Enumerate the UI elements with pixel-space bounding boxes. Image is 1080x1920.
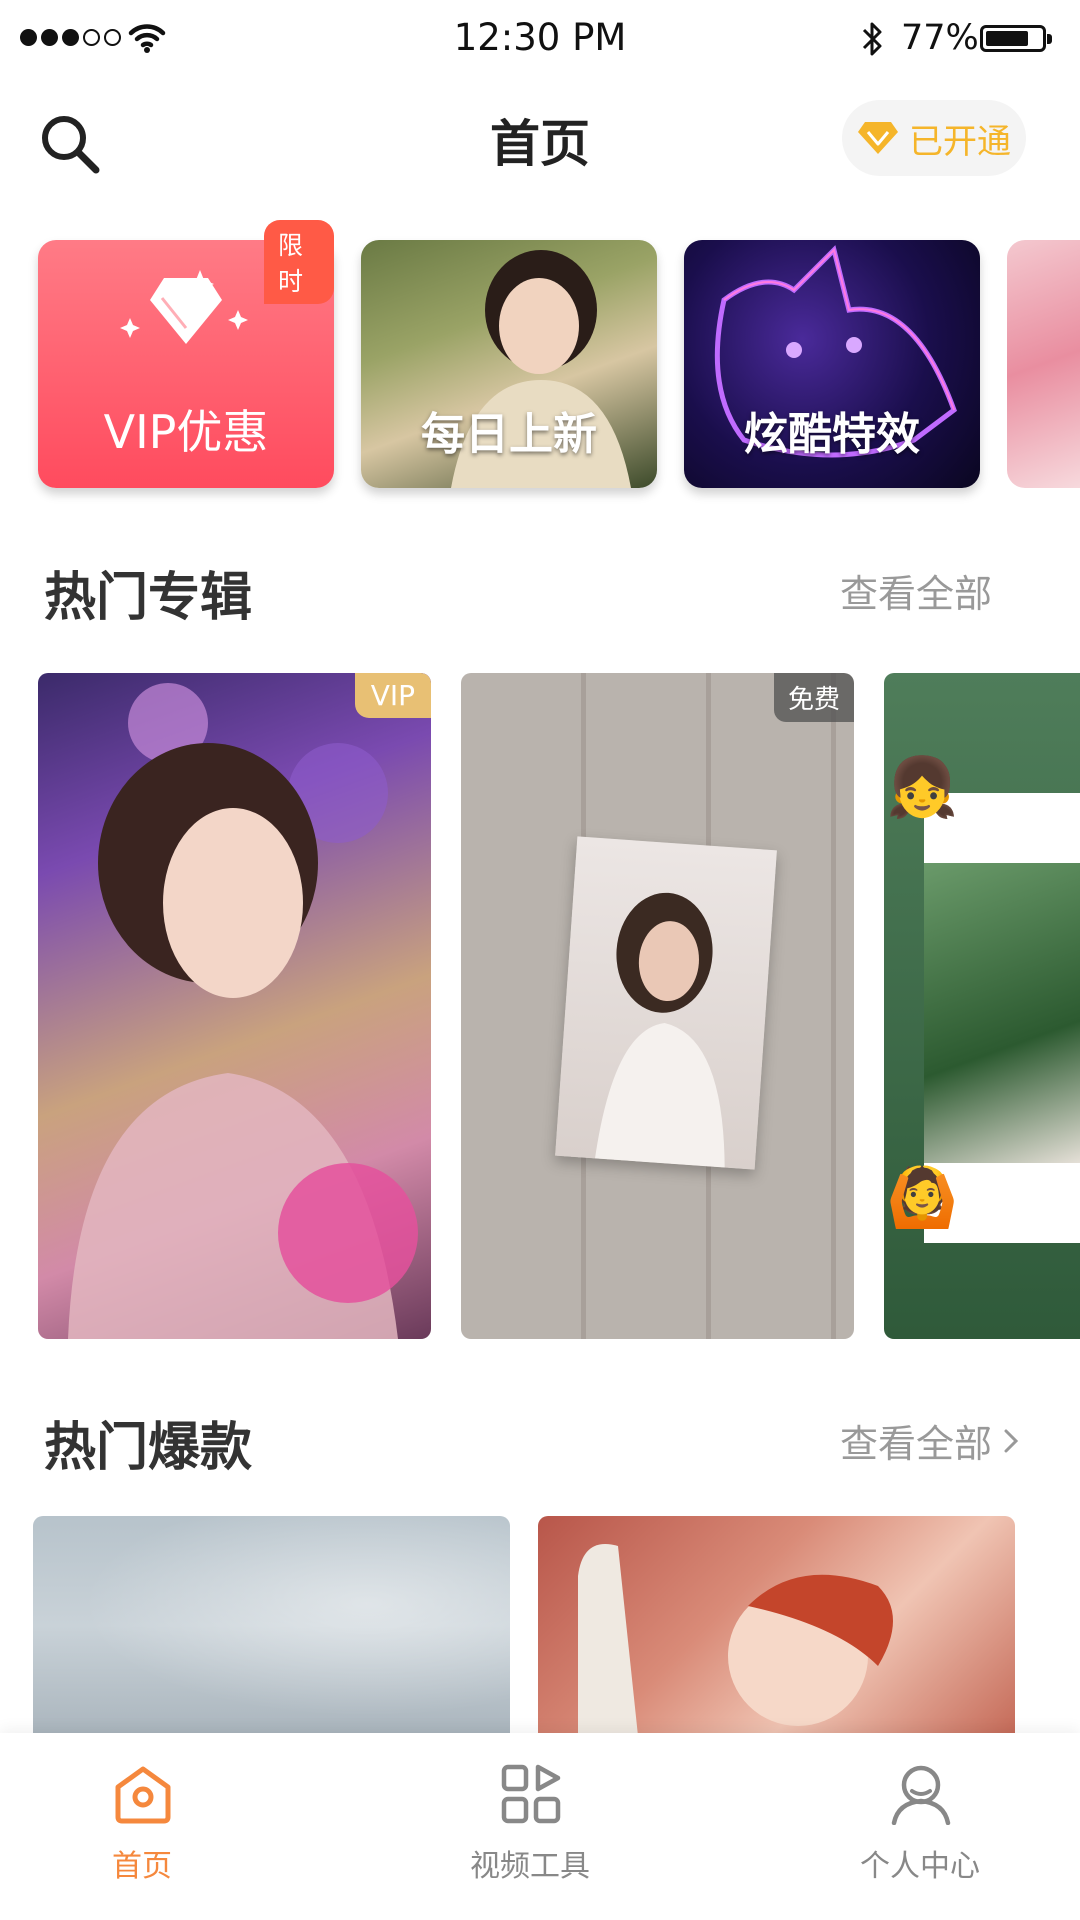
tab-home[interactable]: 首页 — [12, 1733, 272, 1920]
battery-icon — [980, 25, 1052, 52]
vip-status-button[interactable]: 已开通 — [842, 100, 1026, 176]
free-tag: 免费 — [773, 673, 854, 722]
category-label: 炫酷特效 — [744, 409, 920, 460]
vip-tag: VIP — [354, 673, 431, 718]
album-cover-image — [924, 863, 1080, 1163]
profile-icon — [891, 1765, 951, 1825]
emoji-sticker: 👧 — [886, 753, 959, 821]
category-label: 每日上新 — [421, 409, 597, 460]
category-card-partial[interactable] — [1007, 240, 1080, 488]
hot-item-card[interactable] — [538, 1516, 1015, 1736]
tab-label: 首页 — [112, 1849, 172, 1884]
tab-label: 视频工具 — [470, 1849, 590, 1884]
hot-item-card[interactable] — [33, 1516, 510, 1736]
category-label: VIP优惠 — [103, 405, 269, 459]
category-vip-offer[interactable]: VIP优惠 限时 — [38, 220, 334, 488]
diamond-icon — [858, 122, 898, 154]
bluetooth-icon — [862, 22, 882, 56]
section-title-hot-albums: 热门专辑 — [44, 568, 253, 628]
limited-time-badge: 限时 — [264, 220, 334, 304]
battery-percentage: 77% — [901, 18, 979, 58]
category-cool-effects[interactable]: 炫酷特效 — [684, 240, 980, 488]
chevron-right-icon — [1004, 1429, 1019, 1452]
album-card[interactable]: 免费 — [461, 673, 854, 1339]
album-card[interactable]: VIP — [38, 673, 431, 1339]
category-daily-new[interactable]: 每日上新 — [361, 240, 657, 488]
see-all-hot-link[interactable]: 查看全部 — [840, 1413, 1020, 1468]
hot-item-image — [578, 1544, 893, 1736]
hot-item-image — [33, 1516, 510, 1736]
tab-video-tools[interactable]: 视频工具 — [400, 1733, 660, 1920]
see-all-label: 查看全部 — [840, 1422, 993, 1466]
album-cover-image — [68, 683, 418, 1339]
diamond-sparkle-icon — [120, 270, 248, 344]
bottom-tab-bar: 首页 视频工具 个人中心 — [0, 1733, 1080, 1920]
home-icon — [115, 1766, 171, 1824]
album-card-partial[interactable]: 👧 🙆 — [884, 673, 1080, 1339]
tab-label: 个人中心 — [860, 1849, 980, 1884]
see-all-albums-link[interactable]: 查看全部 — [840, 563, 992, 618]
section-title-hot-items: 热门爆款 — [44, 1418, 253, 1478]
album-cover-image — [555, 836, 777, 1170]
tools-grid-icon — [501, 1764, 561, 1824]
tab-profile[interactable]: 个人中心 — [790, 1733, 1050, 1920]
vip-status-label: 已开通 — [909, 121, 1011, 162]
status-bar: 12:30 PM 77% — [0, 0, 1080, 80]
emoji-sticker: 🙆 — [886, 1163, 959, 1231]
